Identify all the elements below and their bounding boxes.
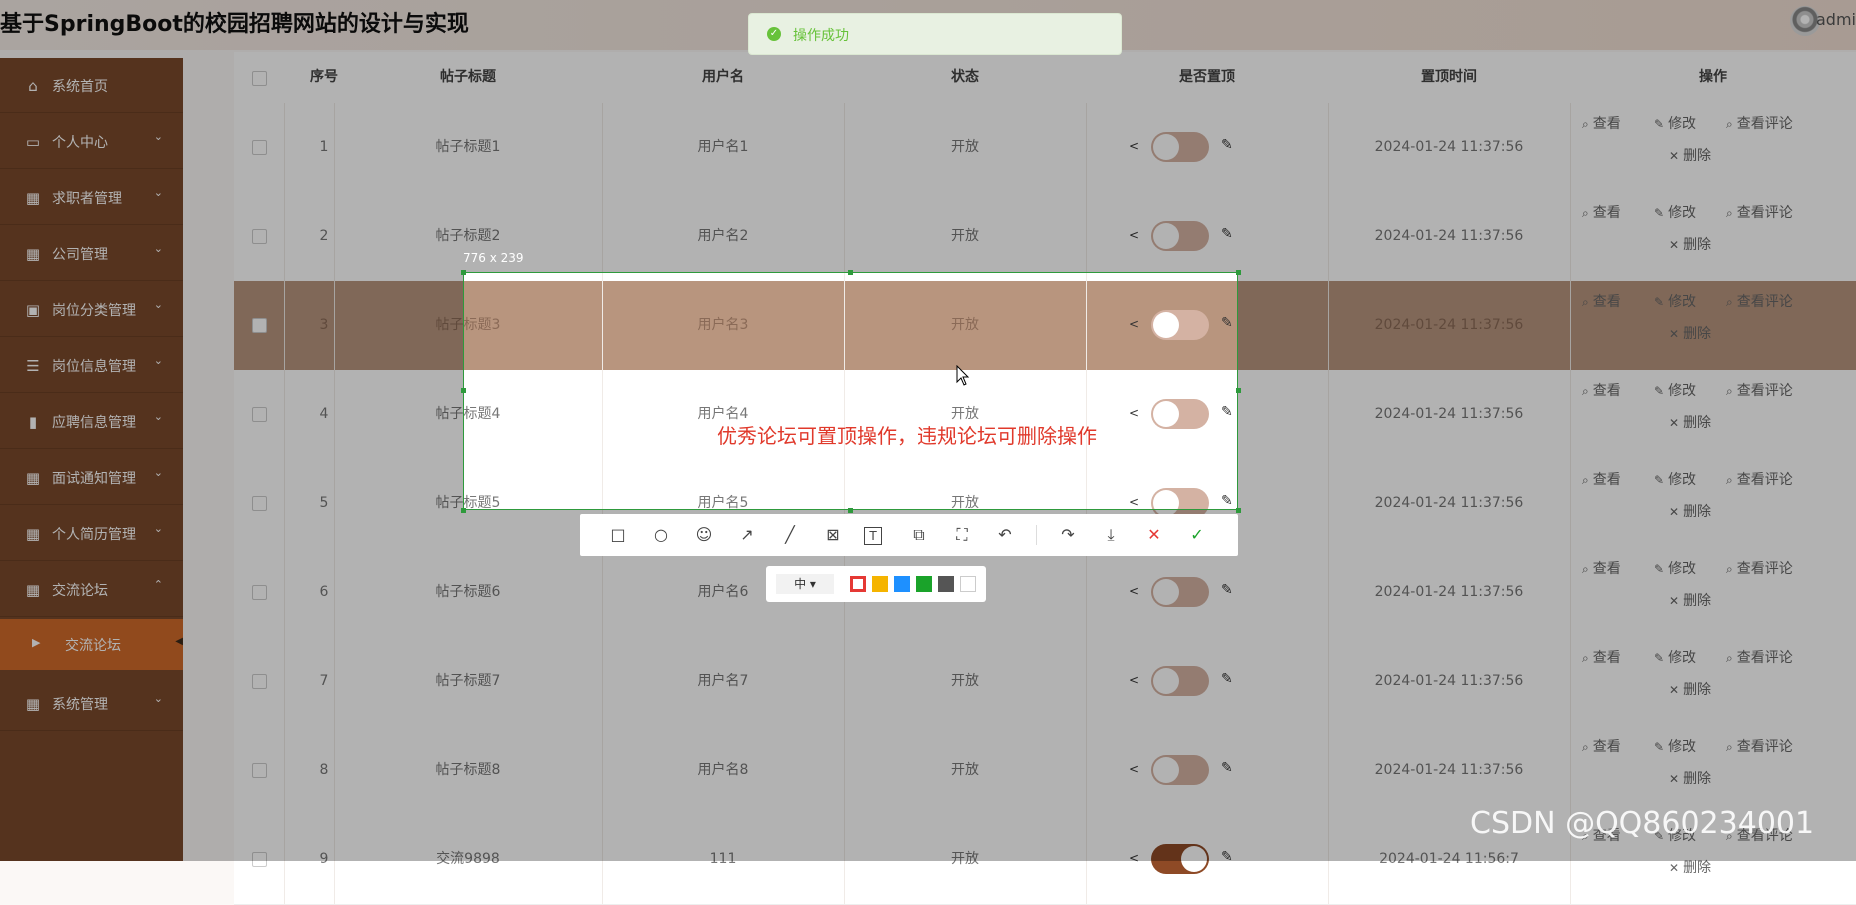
toast-message: 操作成功 [793, 28, 849, 44]
undo-icon[interactable]: ↶ [993, 523, 1017, 547]
resize-handle[interactable] [461, 388, 466, 393]
ellipse-icon[interactable]: ○ [649, 523, 673, 547]
capture-dim-right [1238, 272, 1856, 510]
ocr-icon[interactable]: ⛶ [950, 523, 974, 547]
resize-handle[interactable] [848, 270, 853, 275]
resize-handle[interactable] [461, 508, 466, 513]
color-swatch[interactable] [916, 576, 932, 592]
confirm-icon[interactable]: ✓ [1185, 523, 1209, 547]
mouse-cursor-icon [956, 365, 970, 386]
resize-handle[interactable] [1236, 388, 1241, 393]
success-check-icon: ✓ [767, 27, 781, 41]
color-swatch[interactable] [872, 576, 888, 592]
color-palette: 中 ▾ [766, 566, 986, 602]
color-swatch[interactable] [894, 576, 910, 592]
arrow-icon[interactable]: ↗ [735, 523, 759, 547]
resize-handle[interactable] [461, 270, 466, 275]
watermark: CSDN @QQ860234001 [1470, 806, 1815, 841]
success-toast: ✓ 操作成功 [748, 13, 1122, 55]
copy-icon[interactable]: ⧉ [907, 523, 931, 547]
capture-toolbar: □ ○ ☺ ↗ ╱ ⊠ T ⧉ ⛶ ↶ ↷ ⤓ ✕ ✓ [580, 514, 1238, 556]
capture-selection[interactable] [463, 272, 1238, 510]
toolbar-divider [1036, 525, 1037, 545]
resize-handle[interactable] [1236, 270, 1241, 275]
close-icon: ✕ [1669, 861, 1680, 875]
text-icon[interactable]: T [864, 527, 882, 545]
emoji-icon[interactable]: ☺ [692, 523, 716, 547]
font-size-select[interactable]: 中 ▾ [776, 574, 834, 594]
color-swatch[interactable] [850, 576, 866, 592]
rectangle-icon[interactable]: □ [606, 523, 630, 547]
capture-size-label: 776 x 239 [463, 251, 524, 265]
color-swatch[interactable] [938, 576, 954, 592]
resize-handle[interactable] [848, 508, 853, 513]
resize-handle[interactable] [1236, 508, 1241, 513]
cancel-icon[interactable]: ✕ [1142, 523, 1166, 547]
redo-icon[interactable]: ↷ [1056, 523, 1080, 547]
color-swatch[interactable] [960, 576, 976, 592]
annotation-text[interactable]: 优秀论坛可置顶操作，违规论坛可删除操作 [717, 420, 1097, 449]
delete-label: 删除 [1683, 860, 1712, 876]
capture-dim-left [0, 272, 463, 510]
download-icon[interactable]: ⤓ [1099, 523, 1123, 547]
mosaic-icon[interactable]: ⊠ [821, 523, 845, 547]
line-icon[interactable]: ╱ [778, 523, 802, 547]
